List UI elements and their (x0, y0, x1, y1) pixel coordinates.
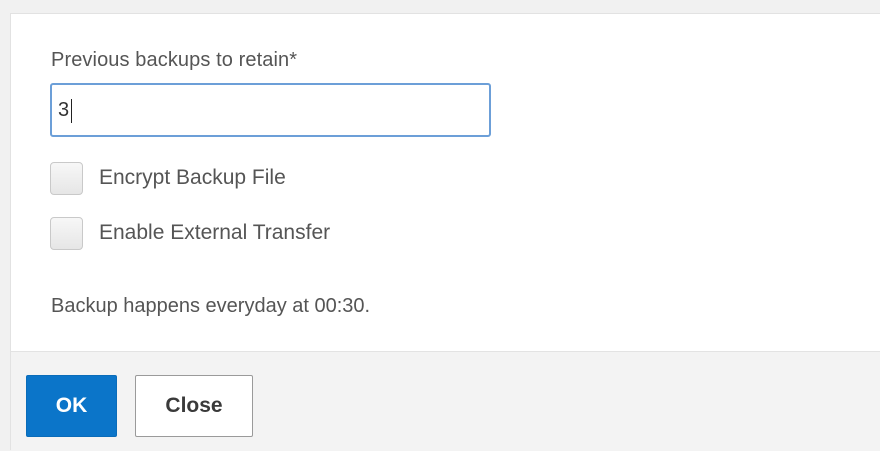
close-button[interactable]: Close (135, 375, 253, 437)
backup-settings-dialog: Previous backups to retain* Encrypt Back… (10, 13, 880, 451)
retain-backups-input[interactable] (50, 83, 491, 137)
dialog-footer: OK Close (11, 351, 880, 451)
external-transfer-option[interactable]: Enable External Transfer (50, 216, 330, 250)
encrypt-backup-option[interactable]: Encrypt Backup File (50, 161, 286, 195)
form-body: Previous backups to retain* Encrypt Back… (11, 14, 880, 351)
retain-backups-label: Previous backups to retain* (51, 49, 298, 71)
encrypt-backup-checkbox[interactable] (50, 161, 83, 195)
external-transfer-label[interactable]: Enable External Transfer (99, 221, 330, 245)
ok-button[interactable]: OK (26, 375, 117, 437)
encrypt-backup-label[interactable]: Encrypt Backup File (99, 166, 286, 190)
external-transfer-checkbox[interactable] (50, 216, 83, 250)
backup-schedule-info: Backup happens everyday at 00:30. (51, 295, 371, 317)
text-caret (71, 99, 72, 123)
